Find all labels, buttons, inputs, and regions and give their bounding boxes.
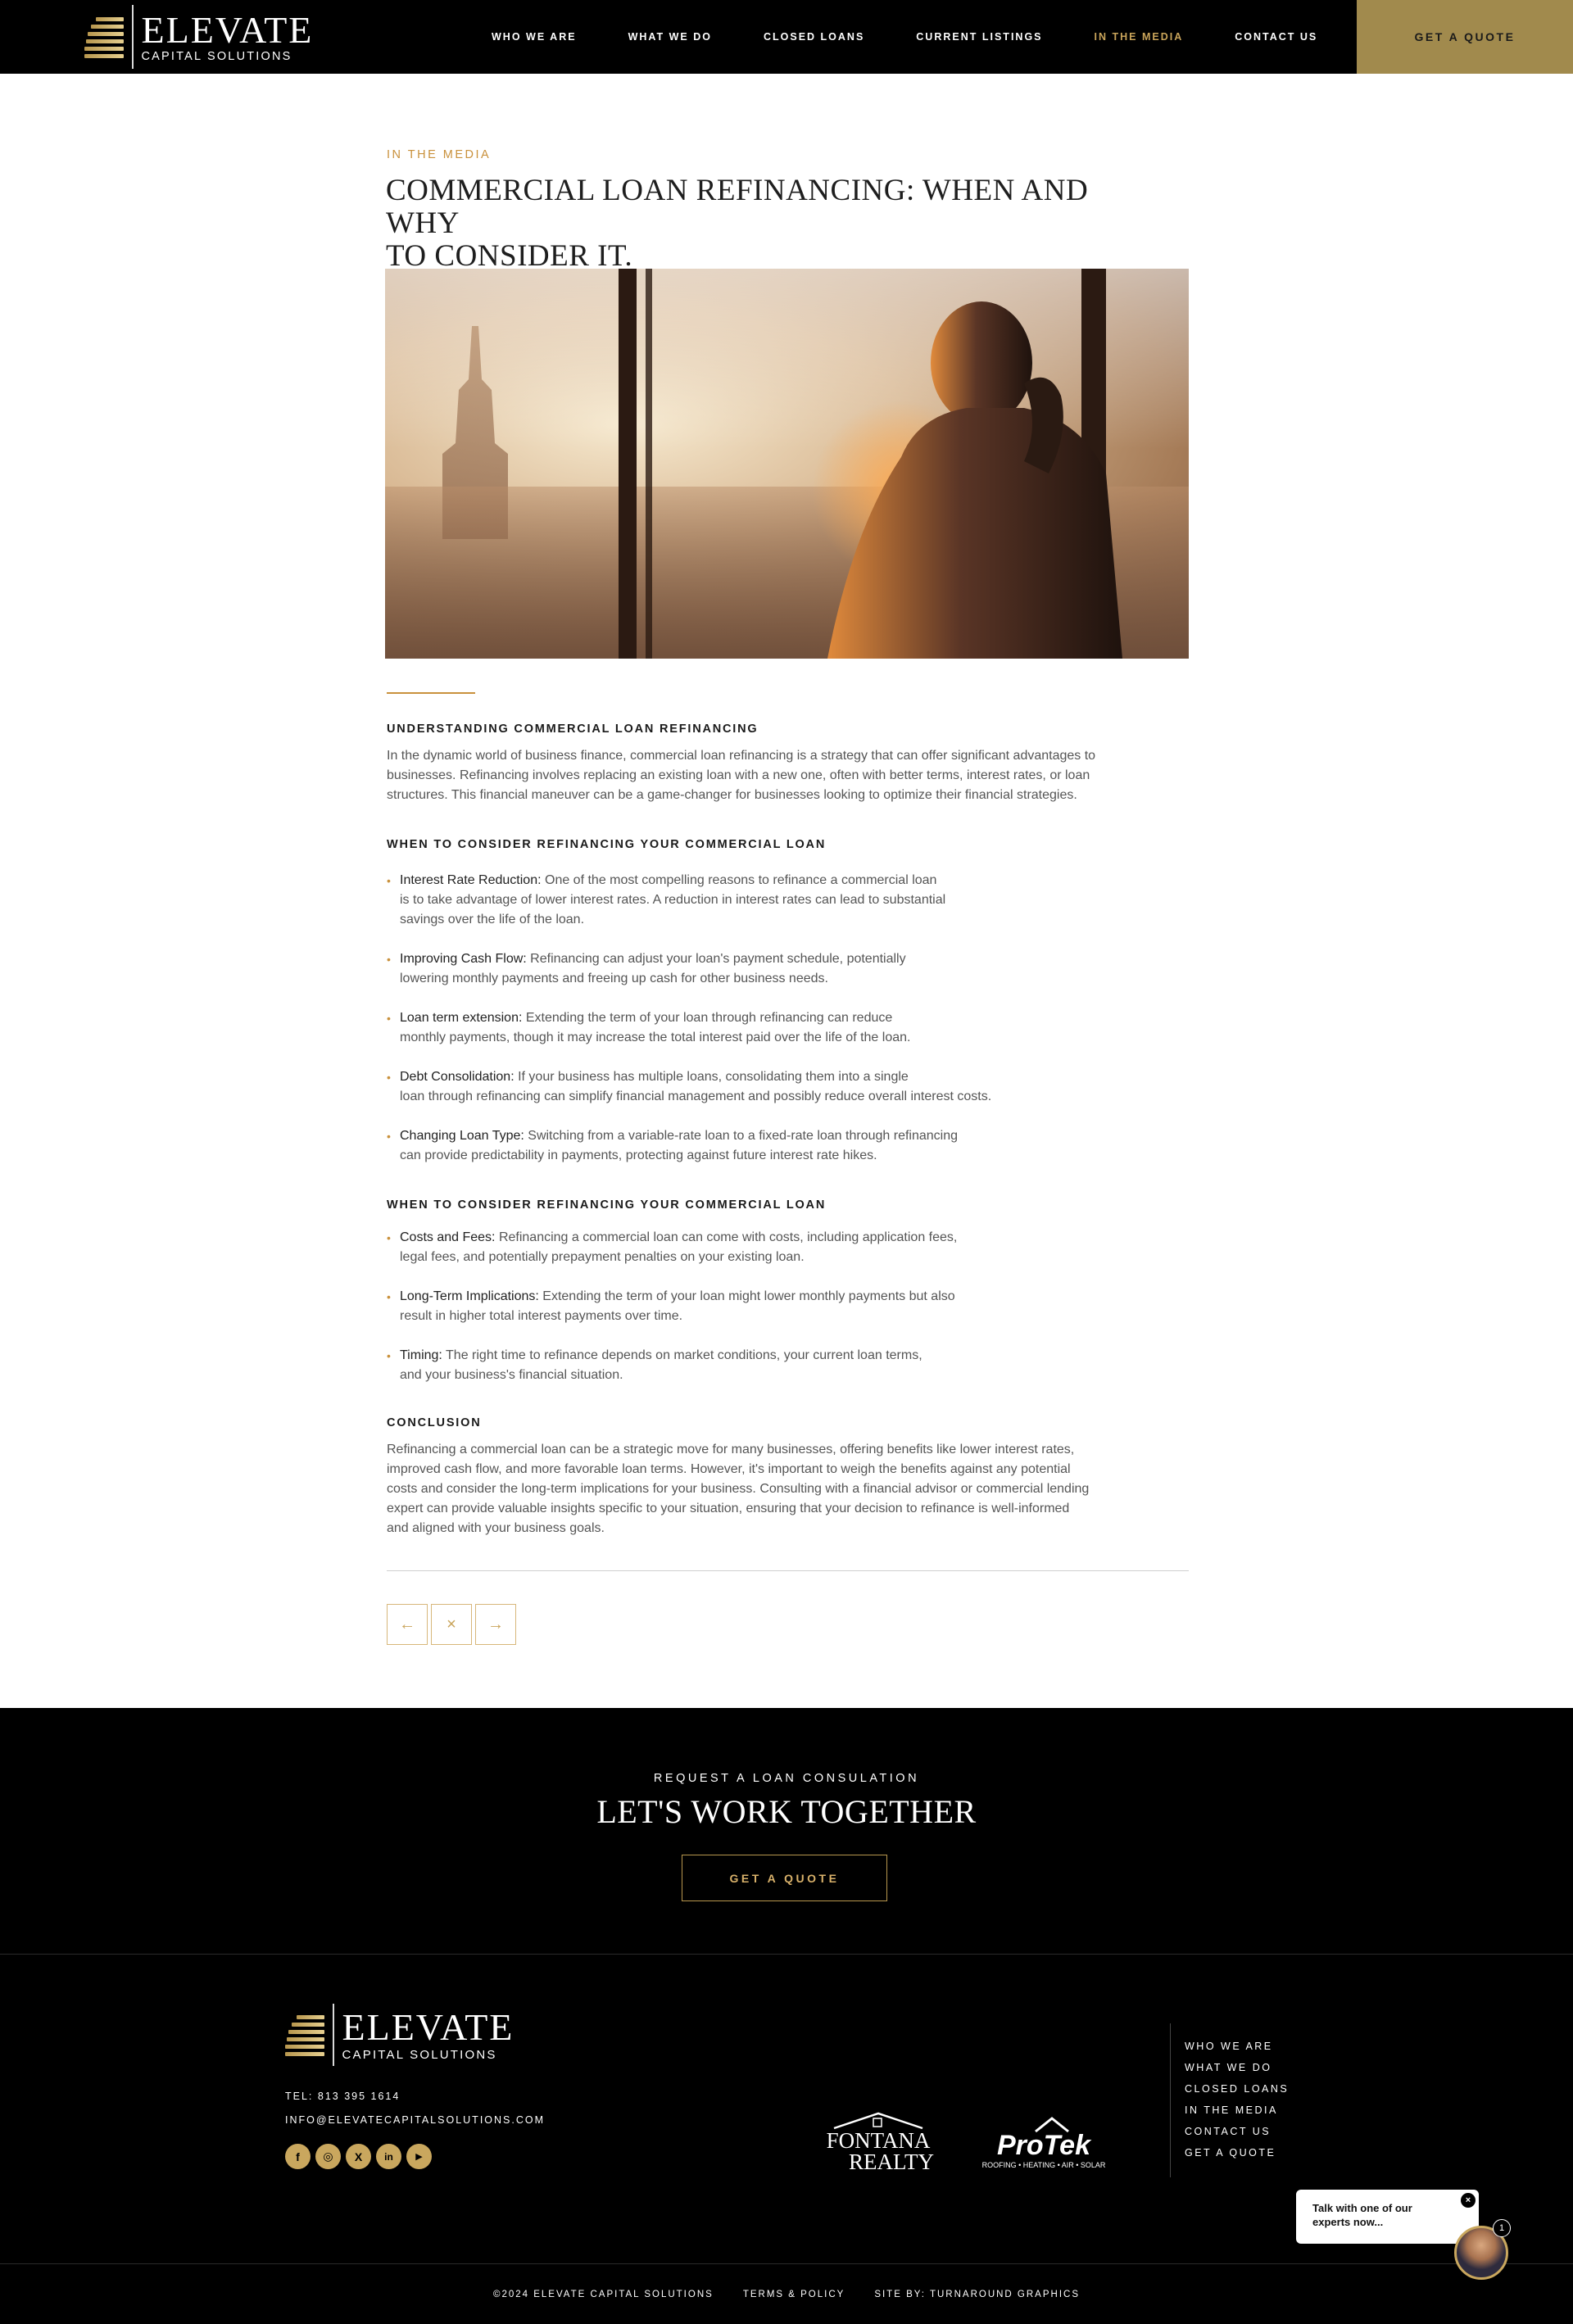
footer-divider [0,1954,1573,1955]
facebook-icon[interactable]: f [285,2144,311,2169]
bullet-dot-icon: • [387,953,391,966]
logo-name: ELEVATE [342,2006,515,2048]
x-icon[interactable]: X [346,2144,371,2169]
bullet-dot-icon: • [387,1231,391,1244]
article-eyebrow: IN THE MEDIA [387,148,492,161]
chat-prompt-line: Talk with one of our [1312,2202,1412,2214]
footer-nav-contact-us[interactable]: CONTACT US [1185,2121,1289,2142]
terms-link[interactable]: TERMS & POLICY [743,2290,845,2299]
paragraph: In the dynamic world of business finance… [387,749,1096,802]
footer-nav: WHO WE ARE WHAT WE DO CLOSED LOANS IN TH… [1185,2036,1289,2163]
article-title: COMMERCIAL LOAN REFINANCING: WHEN AND WH… [386,174,1107,273]
footer-nav-in-the-media[interactable]: IN THE MEDIA [1185,2100,1289,2121]
list-item: • Timing: The right time to refinance de… [387,1346,922,1385]
arrow-left-icon: ← [399,1615,415,1633]
main-nav: WHO WE ARE WHAT WE DO CLOSED LOANS CURRE… [492,0,1369,74]
footer-logo[interactable]: ELEVATE CAPITAL SOLUTIONS [285,2004,514,2066]
bullet-dot-icon: • [387,1349,391,1362]
arrow-right-icon: → [487,1615,504,1633]
list-item: • Changing Loan Type: Switching from a v… [387,1126,958,1166]
youtube-icon[interactable]: ▶ [406,2144,432,2169]
bullet-dot-icon: • [387,874,391,887]
cta-eyebrow: REQUEST A LOAN CONSULATION [653,1772,920,1785]
section-heading: WHEN TO CONSIDER REFINANCING YOUR COMMER… [387,838,827,851]
bullet-dot-icon: • [387,1130,391,1143]
cta-section [0,1708,1573,1954]
section-heading: CONCLUSION [387,1416,482,1429]
section-heading: WHEN TO CONSIDER REFINANCING YOUR COMMER… [387,1198,827,1212]
logo-divider [132,5,134,69]
cta-get-quote-button[interactable]: GET A QUOTE [682,1855,887,1901]
social-links: f ◎ X in ▶ [285,2144,437,2169]
prev-article-button[interactable]: ← [387,1604,428,1645]
nav-in-the-media[interactable]: IN THE MEDIA [1095,31,1184,43]
nav-who-we-are[interactable]: WHO WE ARE [492,31,577,43]
paragraph: Refinancing a commercial loan can be a s… [387,1443,1090,1535]
site-credit-link[interactable]: SITE BY: TURNAROUND GRAPHICS [874,2290,1080,2299]
list-item: • Debt Consolidation: If your business h… [387,1067,991,1107]
close-icon: × [447,1615,456,1633]
logo-mark-icon [84,14,125,60]
list-item: • Loan term extension: Extending the ter… [387,1008,910,1048]
nav-contact-us[interactable]: CONTACT US [1235,31,1317,43]
header-logo[interactable]: ELEVATE CAPITAL SOLUTIONS [84,5,313,69]
next-article-button[interactable]: → [475,1604,516,1645]
nav-current-listings[interactable]: CURRENT LISTINGS [916,31,1042,43]
chat-prompt-bubble[interactable]: Talk with one of our experts now... × [1296,2190,1479,2244]
chat-close-icon[interactable]: × [1461,2193,1476,2208]
header-get-quote-button[interactable]: GET A QUOTE [1357,0,1573,74]
gold-divider [387,692,475,694]
article-pager: ← × → [387,1604,519,1645]
list-item: • Costs and Fees: Refinancing a commerci… [387,1228,957,1267]
linkedin-icon[interactable]: in [376,2144,401,2169]
footer-bottom-bar: ©2024 ELEVATE CAPITAL SOLUTIONS TERMS & … [0,2264,1573,2324]
copyright-text: ©2024 ELEVATE CAPITAL SOLUTIONS [492,2289,714,2299]
chat-prompt-line: experts now... [1312,2216,1384,2228]
footer-nav-closed-loans[interactable]: CLOSED LOANS [1185,2078,1289,2100]
footer-nav-who-we-are[interactable]: WHO WE ARE [1185,2036,1289,2057]
list-item: • Improving Cash Flow: Refinancing can a… [387,949,906,989]
article-title-line: COMMERCIAL LOAN REFINANCING: WHEN AND WH… [386,174,1089,240]
logo-subtitle: CAPITAL SOLUTIONS [342,2048,497,2062]
businessman-silhouette [827,301,1122,659]
chat-unread-badge: 1 [1493,2219,1511,2237]
bullet-dot-icon: • [387,1071,391,1084]
instagram-icon[interactable]: ◎ [315,2144,341,2169]
footer-nav-divider [1170,2023,1171,2177]
section-heading: UNDERSTANDING COMMERCIAL LOAN REFINANCIN… [387,723,759,736]
list-item: • Long-Term Implications: Extending the … [387,1287,955,1326]
protek-name: ProTek [997,2130,1092,2161]
nav-closed-loans[interactable]: CLOSED LOANS [764,31,864,43]
fontana-realty-logo[interactable]: FONTANA REALTY [819,2112,938,2171]
logo-mark-icon [285,2012,326,2058]
protek-tagline: ROOFING • HEATING • AIR • SOLAR [982,2161,1106,2169]
logo-divider [333,2004,334,2066]
list-item: • Interest Rate Reduction: One of the mo… [387,871,945,930]
footer-nav-get-a-quote[interactable]: GET A QUOTE [1185,2142,1289,2163]
hero-image [385,269,1189,659]
fontana-line2: REALTY [849,2150,934,2171]
footer-email-link[interactable]: INFO@ELEVATECAPITALSOLUTIONS.COM [285,2114,545,2126]
protek-logo[interactable]: ProTek ROOFING • HEATING • AIR • SOLAR [981,2115,1106,2172]
logo-name: ELEVATE [141,8,314,51]
nav-what-we-do[interactable]: WHAT WE DO [628,31,712,43]
bullet-dot-icon: • [387,1290,391,1303]
footer-nav-what-we-do[interactable]: WHAT WE DO [1185,2057,1289,2078]
cta-title: LET'S WORK TOGETHER [596,1793,977,1830]
logo-subtitle: CAPITAL SOLUTIONS [141,49,292,63]
bullet-dot-icon: • [387,1012,391,1025]
article-title-line: TO CONSIDER IT. [386,239,633,273]
footer-phone-link[interactable]: TEL: 813 395 1614 [285,2091,400,2102]
close-article-button[interactable]: × [431,1604,472,1645]
content-divider [387,1570,1189,1571]
site-header: ELEVATE CAPITAL SOLUTIONS WHO WE ARE WHA… [0,0,1573,74]
